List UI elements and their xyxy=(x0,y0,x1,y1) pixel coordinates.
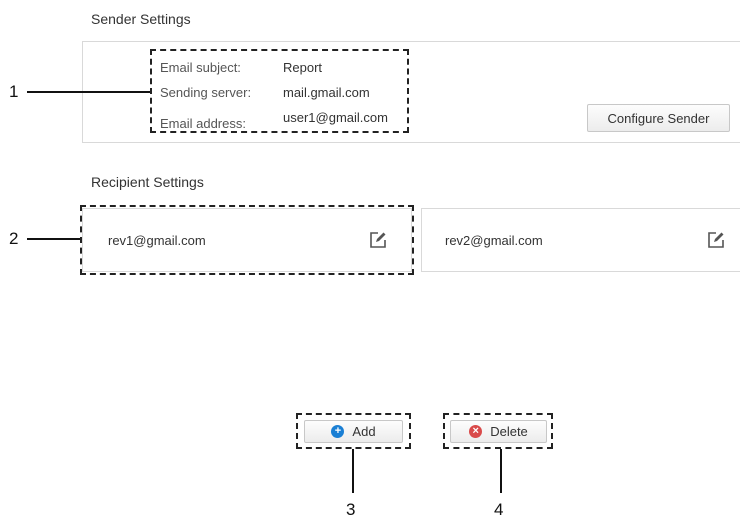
sender-settings-title: Sender Settings xyxy=(91,11,191,27)
configure-sender-button[interactable]: Configure Sender xyxy=(587,104,730,132)
delete-button-label: Delete xyxy=(490,424,528,439)
recipient-settings-title: Recipient Settings xyxy=(91,174,204,190)
edit-icon[interactable] xyxy=(369,231,387,249)
email-address-value: user1@gmail.com xyxy=(283,110,388,125)
recipient-email-1: rev1@gmail.com xyxy=(108,233,206,248)
callout-line-3 xyxy=(352,449,354,493)
delete-button[interactable]: × Delete xyxy=(450,420,547,443)
sending-server-value: mail.gmail.com xyxy=(283,85,370,100)
recipient-email-2: rev2@gmail.com xyxy=(445,233,543,248)
callout-line-2 xyxy=(27,238,80,240)
plus-circle-icon: + xyxy=(331,425,345,438)
sending-server-label: Sending server: xyxy=(160,85,252,100)
callout-line-1 xyxy=(27,91,150,93)
email-subject-label: Email subject: xyxy=(160,60,241,75)
edit-icon[interactable] xyxy=(707,231,725,249)
callout-number-2: 2 xyxy=(9,229,19,248)
add-button[interactable]: + Add xyxy=(304,420,403,443)
callout-line-4 xyxy=(500,449,502,493)
add-button-label: Add xyxy=(352,424,376,439)
callout-number-3: 3 xyxy=(346,500,356,519)
callout-number-4: 4 xyxy=(494,500,504,519)
x-circle-icon: × xyxy=(469,425,483,438)
email-address-label: Email address: xyxy=(160,116,246,131)
email-subject-value: Report xyxy=(283,60,323,75)
callout-number-1: 1 xyxy=(9,82,19,101)
